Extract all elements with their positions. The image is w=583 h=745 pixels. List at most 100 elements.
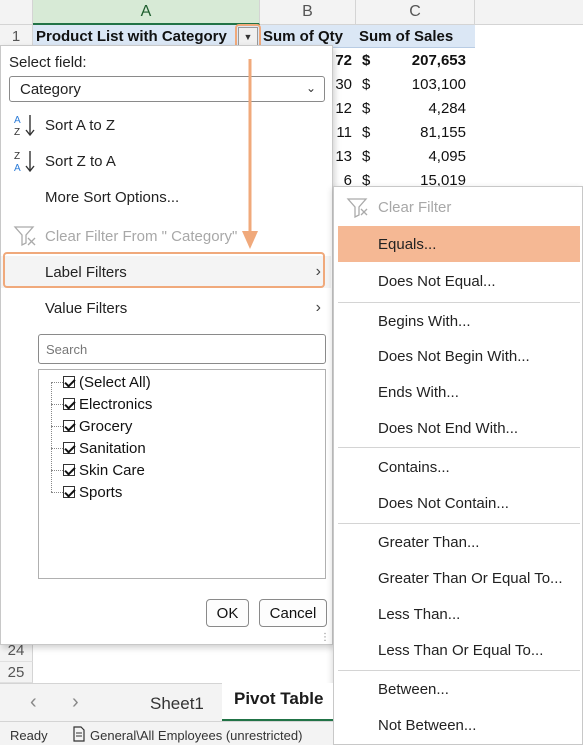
submenu-item-label: Greater Than... xyxy=(378,533,480,551)
currency-symbol: $ xyxy=(362,75,371,93)
search-input[interactable]: Search xyxy=(38,334,326,364)
status-ready: Ready xyxy=(10,728,48,743)
list-item[interactable]: Electronics xyxy=(63,393,152,415)
list-item[interactable]: Grocery xyxy=(63,415,132,437)
submenu-item-label: Between... xyxy=(378,680,449,698)
list-item-label: Electronics xyxy=(79,395,153,413)
clear-filter-icon xyxy=(13,226,36,247)
sales-cell[interactable]: 103,100 xyxy=(380,72,466,96)
submenu-item-label: Begins With... xyxy=(378,312,471,330)
resize-grip-icon[interactable]: ⋮ xyxy=(320,632,330,643)
checkbox-checked[interactable] xyxy=(63,486,75,498)
list-item-label: Grocery xyxy=(79,417,133,435)
submenu-does-not-end-with[interactable]: Does Not End With... xyxy=(334,410,582,446)
pivot-header-sales[interactable]: Sum of Sales xyxy=(356,25,475,48)
column-header-c[interactable]: C xyxy=(356,0,475,25)
currency-symbol: $ xyxy=(362,123,371,141)
status-bar: Ready General\All Employees (unrestricte… xyxy=(0,721,333,745)
tab-sheet1[interactable]: Sheet1 xyxy=(150,694,204,714)
submenu-item-label: Does Not Begin With... xyxy=(378,347,530,365)
cancel-button[interactable]: Cancel xyxy=(259,599,327,627)
sales-cell[interactable]: 81,155 xyxy=(380,120,466,144)
list-item-label: Skin Care xyxy=(79,461,145,479)
submenu-item-label: Not Between... xyxy=(378,716,477,734)
sales-total[interactable]: 207,653 xyxy=(380,48,466,72)
submenu-separator xyxy=(338,447,580,448)
column-header-a[interactable]: A xyxy=(33,0,260,25)
svg-text:A: A xyxy=(14,115,21,126)
submenu-does-not-contain[interactable]: Does Not Contain... xyxy=(334,485,582,521)
chevron-left-icon[interactable]: ‹ xyxy=(30,691,37,714)
svg-text:Z: Z xyxy=(14,151,20,162)
list-item[interactable]: Sanitation xyxy=(63,437,146,459)
submenu-item-label: Does Not Equal... xyxy=(378,272,496,290)
submenu-less-than-or-equal[interactable]: Less Than Or Equal To... xyxy=(334,632,582,668)
chevron-right-icon: › xyxy=(315,299,321,316)
checkbox-checked[interactable] xyxy=(63,398,75,410)
value-filters-menu[interactable]: Value Filters › xyxy=(1,292,331,324)
submenu-item-label: Does Not Contain... xyxy=(378,494,509,512)
sort-a-to-z[interactable]: A Z Sort A to Z xyxy=(1,109,331,141)
sort-descending-icon: Z A xyxy=(14,151,35,174)
sales-cell[interactable]: 4,284 xyxy=(380,96,466,120)
sales-cell[interactable]: 4,095 xyxy=(380,144,466,168)
ok-button[interactable]: OK xyxy=(206,599,249,627)
submenu-does-not-begin-with[interactable]: Does Not Begin With... xyxy=(334,338,582,374)
tree-connector xyxy=(51,382,63,383)
submenu-contains[interactable]: Contains... xyxy=(334,449,582,485)
submenu-less-than[interactable]: Less Than... xyxy=(334,596,582,632)
tab-pivot-table-label: Pivot Table xyxy=(234,689,324,708)
clear-filter-icon xyxy=(346,198,368,218)
submenu-does-not-equal[interactable]: Does Not Equal... xyxy=(334,263,582,299)
tab-pivot-table[interactable]: Pivot Table xyxy=(222,683,333,722)
checkbox-checked[interactable] xyxy=(63,420,75,432)
currency-symbol: $ xyxy=(362,147,371,165)
clear-filter-from-category[interactable]: Clear Filter From " Category" xyxy=(1,220,331,252)
tree-connector xyxy=(51,470,63,471)
list-item-label: Sanitation xyxy=(79,439,146,457)
column-header-empty xyxy=(475,0,583,25)
sort-z-to-a-label: Sort Z to A xyxy=(45,152,116,170)
clear-filter-from-label: Clear Filter From " Category" xyxy=(45,227,238,245)
list-item-label: Sports xyxy=(79,483,123,501)
callout-arrow-icon xyxy=(242,59,258,249)
column-header-b[interactable]: B xyxy=(260,0,356,25)
submenu-item-label: Contains... xyxy=(378,458,450,476)
select-field-value: Category xyxy=(20,80,81,98)
list-item[interactable]: Sports xyxy=(63,481,122,503)
list-item-label: (Select All) xyxy=(79,373,151,391)
list-item[interactable]: Skin Care xyxy=(63,459,145,481)
list-item-select-all[interactable]: (Select All) xyxy=(63,371,151,393)
submenu-begins-with[interactable]: Begins With... xyxy=(334,303,582,339)
submenu-item-label: Less Than Or Equal To... xyxy=(378,641,544,659)
submenu-item-label: Ends With... xyxy=(378,383,459,401)
submenu-greater-than-or-equal[interactable]: Greater Than Or Equal To... xyxy=(334,560,582,596)
label-filters-submenu: Clear Filter Equals... Does Not Equal...… xyxy=(333,186,583,745)
filter-items-list[interactable]: (Select All) Electronics Grocery Sanitat… xyxy=(38,369,326,579)
checkbox-checked[interactable] xyxy=(63,442,75,454)
row-header-25[interactable]: 25 xyxy=(0,662,33,683)
select-field-label: Select field: xyxy=(9,54,87,71)
checkbox-checked[interactable] xyxy=(63,464,75,476)
filter-panel: Select field: Category ⌄ A Z Sort A to Z… xyxy=(0,45,333,645)
submenu-ends-with[interactable]: Ends With... xyxy=(334,374,582,410)
submenu-not-between[interactable]: Not Between... xyxy=(334,707,582,743)
select-field-dropdown[interactable]: Category ⌄ xyxy=(9,76,325,102)
svg-text:Z: Z xyxy=(14,127,20,138)
more-sort-options[interactable]: More Sort Options... xyxy=(1,181,331,213)
corner-cell[interactable] xyxy=(0,0,33,25)
sort-z-to-a[interactable]: Z A Sort Z to A xyxy=(1,145,331,177)
tree-connector xyxy=(51,426,63,427)
sheet-tab-bar: ‹ › Sheet1 Pivot Table xyxy=(0,683,333,722)
submenu-clear-filter[interactable]: Clear Filter xyxy=(334,189,582,225)
submenu-item-label: Does Not End With... xyxy=(378,419,519,437)
more-sort-options-label: More Sort Options... xyxy=(45,188,180,206)
sort-ascending-icon: A Z xyxy=(14,115,35,138)
submenu-greater-than[interactable]: Greater Than... xyxy=(334,524,582,560)
submenu-equals[interactable]: Equals... xyxy=(338,226,580,262)
status-sensitivity[interactable]: General\All Employees (unrestricted) xyxy=(90,728,302,743)
checkbox-checked[interactable] xyxy=(63,376,75,388)
submenu-between[interactable]: Between... xyxy=(334,671,582,707)
chevron-right-icon[interactable]: › xyxy=(72,691,79,714)
value-filters-label: Value Filters xyxy=(45,299,128,317)
